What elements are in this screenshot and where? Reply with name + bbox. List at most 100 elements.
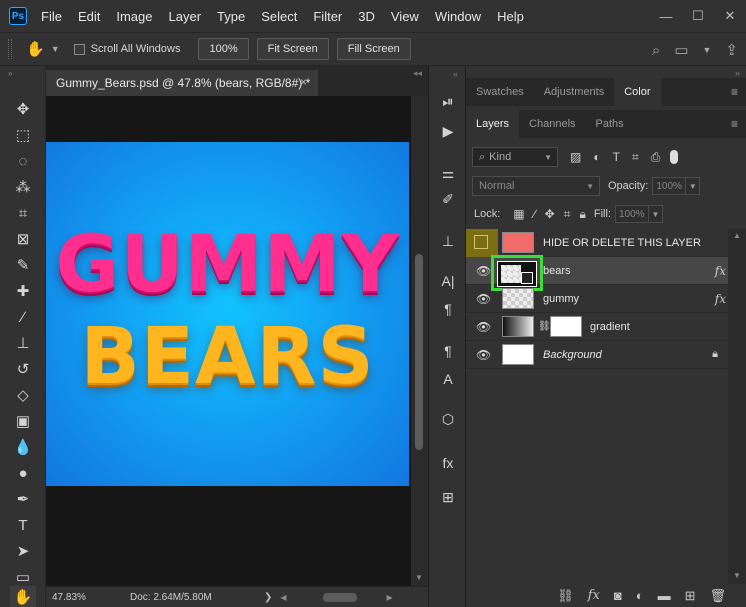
restore-icon[interactable]: ☐ [682, 8, 714, 24]
layer-row-background[interactable]: 👁︎ Background 🔒︎ [466, 341, 728, 369]
eye-icon[interactable]: 👁︎ [476, 348, 491, 362]
lock-image-icon[interactable]: ∕ [534, 207, 536, 221]
chevron-down-icon[interactable]: ▼ [648, 205, 663, 223]
character-panel-icon[interactable]: A| [435, 270, 461, 292]
scroll-down-icon[interactable]: ▼ [415, 573, 423, 582]
tab-channels[interactable]: Channels [519, 110, 585, 138]
vertical-scrollbar[interactable]: ▼ [411, 96, 428, 586]
canvas-area[interactable]: GUMMY BEARS ▼ [46, 96, 428, 586]
horizontal-scroll-thumb[interactable] [322, 592, 357, 602]
chevron-down-icon[interactable]: ▼ [703, 45, 712, 55]
history-brush-icon[interactable]: ↺ [10, 358, 36, 380]
menu-help[interactable]: Help [497, 9, 524, 24]
lock-transparent-icon[interactable]: ▦ [513, 207, 524, 221]
lasso-tool-icon[interactable]: ◌ [10, 150, 36, 172]
history-panel-icon[interactable]: ⏯ [435, 90, 461, 112]
panel-menu-icon[interactable]: ≡ [731, 85, 738, 99]
type-tool-icon[interactable]: T [10, 514, 36, 536]
lock-artboard-icon[interactable]: ⌗ [564, 207, 571, 222]
actions-play-icon[interactable]: ▶ [435, 120, 461, 142]
scroll-up-icon[interactable]: ▲ [733, 231, 741, 240]
menu-type[interactable]: Type [217, 9, 245, 24]
brush-tool-icon[interactable]: ∕ [10, 306, 36, 328]
tab-swatches[interactable]: Swatches [466, 78, 534, 106]
collapse-panel-icon[interactable]: » [735, 68, 740, 78]
layers-menu-icon[interactable]: ≡ [731, 117, 738, 131]
eyedropper-tool-icon[interactable]: ✎ [10, 254, 36, 276]
minimize-icon[interactable]: — [650, 9, 682, 24]
path-select-icon[interactable]: ➤ [10, 540, 36, 562]
eye-icon[interactable]: 👁︎ [476, 292, 491, 306]
tab-paths[interactable]: Paths [586, 110, 634, 138]
healing-brush-icon[interactable]: ✚ [10, 280, 36, 302]
workspace-icon[interactable]: ▭ [674, 41, 688, 59]
share-icon[interactable]: ⇪ [725, 41, 738, 59]
menu-edit[interactable]: Edit [78, 9, 100, 24]
marquee-tool-icon[interactable]: ⬚ [10, 124, 36, 146]
menu-select[interactable]: Select [261, 9, 297, 24]
type-filter-icon[interactable]: T [613, 150, 620, 164]
collapse-dock-icon[interactable]: « [429, 66, 465, 79]
3d-panel-icon[interactable]: ⬡ [435, 408, 461, 430]
new-layer-icon[interactable]: ⊞ [685, 588, 696, 604]
tab-layers[interactable]: Layers [466, 110, 520, 138]
properties-panel-icon[interactable]: ⚌ [435, 162, 461, 184]
frame-tool-icon[interactable]: ⊠ [10, 228, 36, 250]
vertical-scroll-thumb[interactable] [415, 254, 423, 450]
zoom-100-button[interactable]: 100% [198, 38, 249, 60]
link-icon[interactable]: ⛓ [538, 321, 551, 332]
blur-tool-icon[interactable]: 💧 [10, 436, 36, 458]
scroll-all-checkbox[interactable] [73, 43, 85, 55]
fill-input[interactable]: 100% [614, 205, 649, 223]
artwork-canvas[interactable]: GUMMY BEARS [46, 142, 409, 486]
photoshop-logo-icon[interactable]: Ps [9, 7, 27, 25]
shape-filter-icon[interactable]: ⌗ [632, 150, 639, 165]
character-styles-icon[interactable]: A [435, 368, 461, 390]
kind-filter-select[interactable]: ⌕ Kind ▼ [472, 147, 558, 167]
smart-object-filter-icon[interactable]: ⎙ [651, 150, 661, 165]
scroll-left-icon[interactable]: ◀ [280, 593, 286, 602]
options-grip[interactable] [8, 39, 12, 59]
menu-view[interactable]: View [391, 9, 419, 24]
status-menu-arrow[interactable]: ❯ [264, 592, 272, 603]
crop-tool-icon[interactable]: ⌗ [10, 202, 36, 224]
tab-adjustments[interactable]: Adjustments [534, 78, 615, 106]
menu-filter[interactable]: Filter [313, 9, 342, 24]
fit-screen-button[interactable]: Fit Screen [256, 38, 329, 60]
layer-row-gummy[interactable]: 👁︎ gummy fx ▼ [466, 285, 742, 313]
gradient-tool-icon[interactable]: ▣ [10, 410, 36, 432]
paragraph-panel-icon[interactable]: ¶ [435, 298, 461, 320]
search-icon[interactable]: ⌕ [652, 42, 660, 59]
layer-name[interactable]: HIDE OR DELETE THIS LAYER [543, 237, 701, 249]
layer-thumbnail[interactable] [502, 344, 534, 365]
dodge-tool-icon[interactable]: ● [10, 462, 36, 484]
adjustment-layer-icon[interactable]: ◐ [636, 588, 644, 603]
add-mask-icon[interactable]: ◙ [614, 588, 622, 603]
eraser-tool-icon[interactable]: ◇ [10, 384, 36, 406]
link-layers-icon[interactable]: ⛓ [557, 588, 574, 604]
tab-color[interactable]: Color [614, 78, 661, 106]
layer-name[interactable]: Background [543, 349, 602, 361]
collapse-icon[interactable]: ◂◂ [413, 68, 422, 79]
eye-icon[interactable]: 👁︎ [476, 320, 491, 334]
paragraph-styles-icon[interactable]: ¶ [435, 340, 461, 362]
layer-name[interactable]: gradient [590, 321, 630, 333]
close-document-icon[interactable]: × [300, 75, 307, 89]
close-icon[interactable]: ✕ [714, 8, 746, 24]
fx-icon[interactable]: fx [715, 264, 726, 278]
styles-fx-icon[interactable]: fx [435, 452, 461, 474]
hand-tool-icon[interactable]: ✋ [10, 586, 36, 607]
rectangle-tool-icon[interactable]: ▭ [10, 566, 36, 588]
menu-image[interactable]: Image [116, 9, 152, 24]
pixel-filter-icon[interactable]: ▨ [570, 150, 581, 164]
document-tab[interactable]: Gummy_Bears.psd @ 47.8% (bears, RGB/8#) … [46, 70, 318, 96]
lock-position-icon[interactable]: ✥ [545, 207, 555, 221]
layer-row-gradient[interactable]: 👁︎ ⛓ gradient [466, 313, 728, 341]
layer-thumbnail[interactable] [502, 288, 534, 309]
opacity-input[interactable]: 100% [652, 177, 687, 195]
quick-select-tool-icon[interactable]: ⁂ [10, 176, 36, 198]
layer-thumbnail[interactable] [502, 316, 534, 337]
adjustment-filter-icon[interactable]: ◐ [593, 150, 600, 164]
expand-toolbar-icon[interactable]: » [0, 66, 45, 78]
clone-stamp-icon[interactable]: ⊥ [10, 332, 36, 354]
